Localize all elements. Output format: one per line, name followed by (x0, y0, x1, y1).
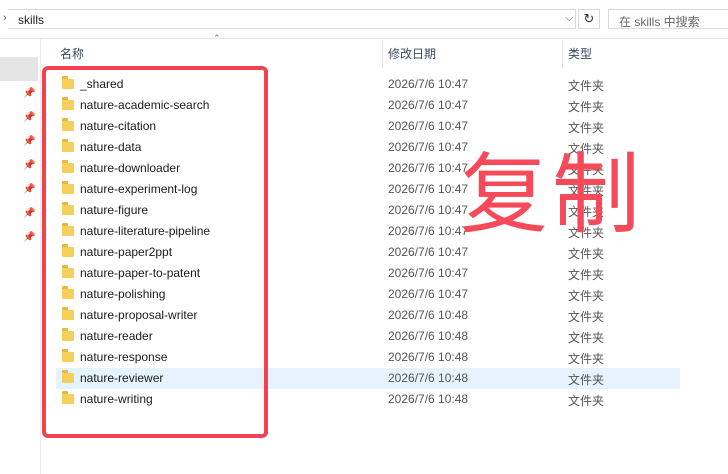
file-date: 2026/7/6 10:47 (388, 266, 469, 280)
pin-icon[interactable]: 📌 (23, 208, 35, 219)
file-type: 文件夹 (568, 310, 605, 324)
file-type: 文件夹 (568, 394, 605, 408)
file-type: 文件夹 (568, 289, 605, 303)
file-type: 文件夹 (568, 373, 605, 387)
file-date: 2026/7/6 10:48 (388, 350, 469, 364)
file-date: 2026/7/6 10:48 (388, 329, 469, 343)
file-type: 文件夹 (568, 79, 605, 93)
file-date: 2026/7/6 10:47 (388, 119, 469, 133)
address-bar-area: › skills ⌵ ↻ 在 skills 中搜索 (0, 0, 728, 39)
pin-icon[interactable]: 📌 (23, 184, 35, 195)
chevron-down-icon[interactable]: ⌵ (565, 13, 573, 24)
annotation-label: 复制 (460, 143, 645, 246)
file-date: 2026/7/6 10:48 (388, 371, 469, 385)
pin-icon[interactable]: 📌 (23, 136, 35, 147)
column-header-type[interactable]: 类型 (568, 40, 688, 68)
chevron-right-icon[interactable]: › (3, 12, 7, 24)
file-type: 文件夹 (568, 100, 605, 114)
column-divider[interactable] (382, 40, 383, 68)
file-date: 2026/7/6 10:47 (388, 77, 469, 91)
highlight-box (42, 66, 268, 438)
file-date: 2026/7/6 10:47 (388, 161, 469, 175)
file-type: 文件夹 (568, 331, 605, 345)
pin-icon[interactable]: 📌 (23, 160, 35, 171)
column-divider[interactable] (562, 40, 563, 68)
pin-icon[interactable]: 📌 (23, 88, 35, 99)
file-date: 2026/7/6 10:47 (388, 182, 469, 196)
pin-icon[interactable]: 📌 (23, 112, 35, 123)
address-bar[interactable]: skills ⌵ (8, 9, 576, 29)
column-header-name[interactable]: 名称 (60, 40, 380, 68)
file-type: 文件夹 (568, 352, 605, 366)
nav-selected-item[interactable] (0, 57, 38, 81)
navigation-pane: 📌 📌 📌 📌 📌 📌 📌 (0, 39, 41, 474)
file-type: 文件夹 (568, 268, 605, 282)
refresh-button[interactable]: ↻ (578, 9, 600, 29)
file-date: 2026/7/6 10:47 (388, 203, 469, 217)
address-path: skills (18, 13, 44, 27)
file-type: 文件夹 (568, 247, 605, 261)
file-date: 2026/7/6 10:47 (388, 287, 469, 301)
refresh-icon: ↻ (583, 11, 595, 26)
file-date: 2026/7/6 10:48 (388, 392, 469, 406)
pin-icon[interactable]: 📌 (23, 232, 35, 243)
file-date: 2026/7/6 10:47 (388, 140, 469, 154)
file-date: 2026/7/6 10:47 (388, 224, 469, 238)
file-type: 文件夹 (568, 121, 605, 135)
file-date: 2026/7/6 10:48 (388, 308, 469, 322)
file-date: 2026/7/6 10:47 (388, 98, 469, 112)
search-placeholder: 在 skills 中搜索 (619, 15, 700, 29)
file-date: 2026/7/6 10:47 (388, 245, 469, 259)
column-header-date[interactable]: 修改日期 (388, 40, 558, 68)
search-input[interactable]: 在 skills 中搜索 (608, 9, 728, 29)
